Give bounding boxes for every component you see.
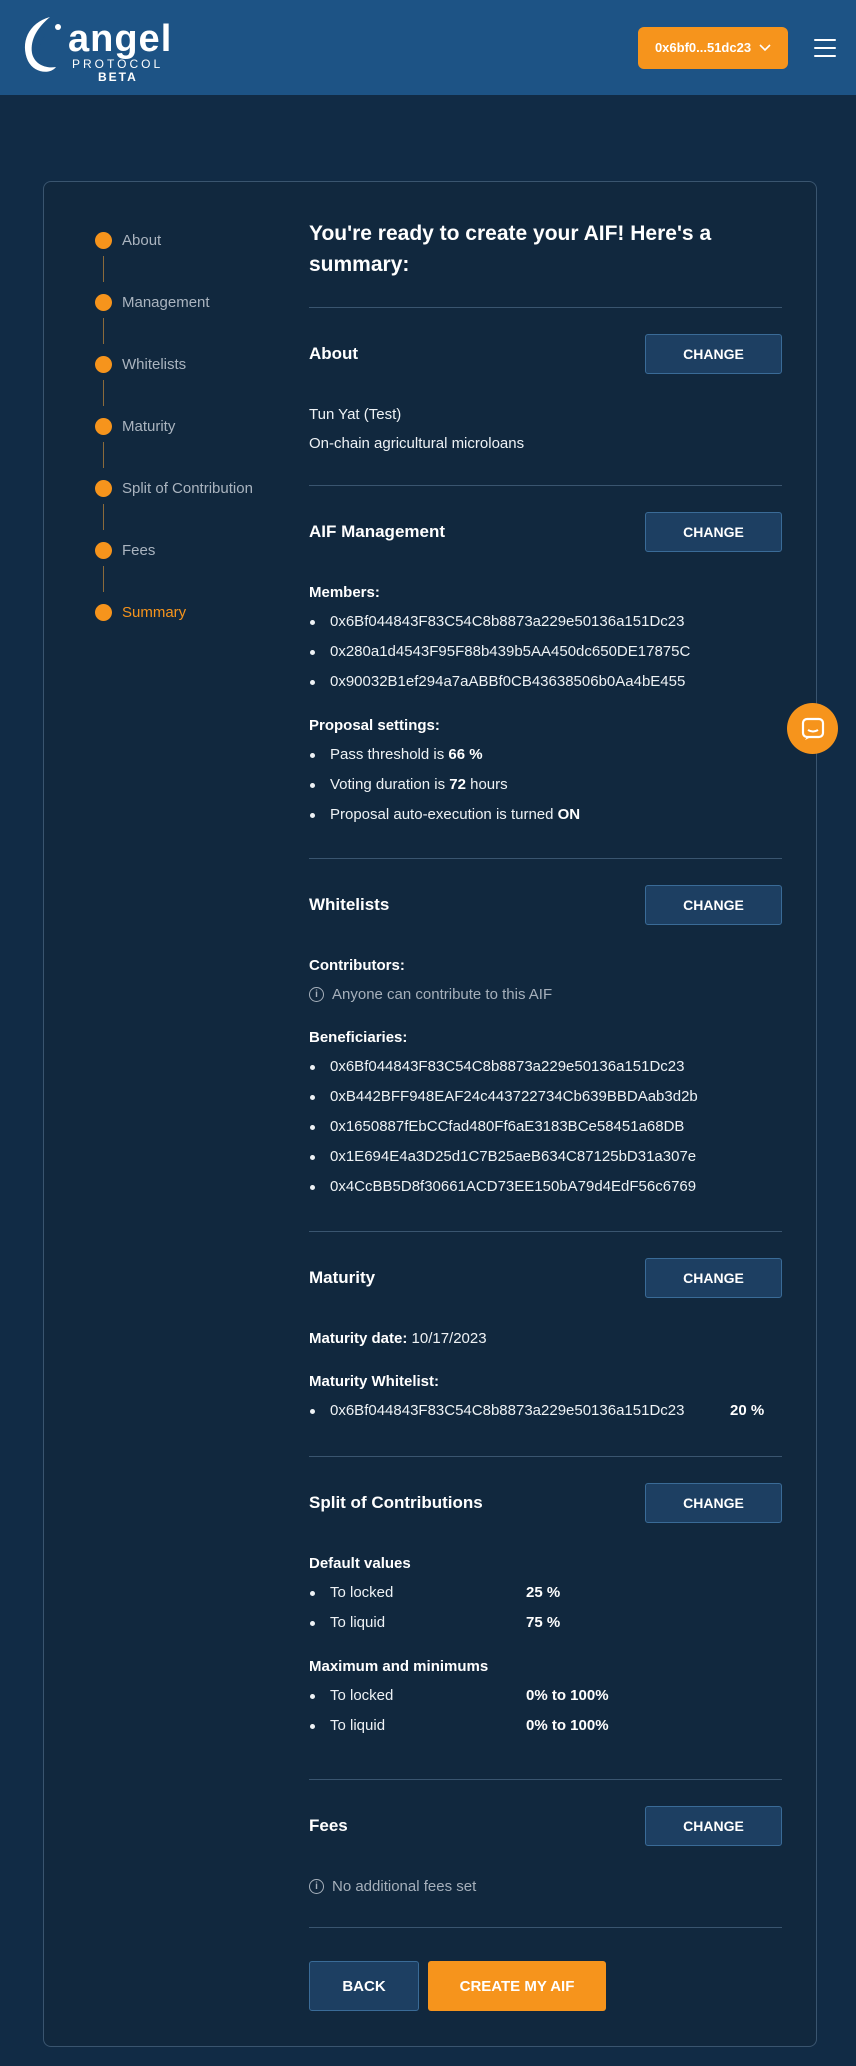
change-about-button[interactable]: CHANGE xyxy=(645,334,782,374)
angel-wing-logo-icon xyxy=(24,16,61,72)
section-title: AIF Management xyxy=(309,522,446,541)
change-fees-button[interactable]: CHANGE xyxy=(645,1806,782,1846)
top-header: angel PROTOCOL BETA 0x6bf0...51dc23 xyxy=(0,0,856,95)
logo-subtitle: PROTOCOL xyxy=(72,56,164,71)
step-label: Summary xyxy=(122,604,187,621)
step-label: Management xyxy=(122,294,210,311)
beneficiaries-label: Beneficiaries: xyxy=(309,1029,408,1046)
step-dot-icon xyxy=(95,480,112,497)
list-item: 0xB442BFF948EAF24c443722734Cb639BBDAab3d… xyxy=(309,1082,782,1112)
wallet-button[interactable]: 0x6bf0...51dc23 xyxy=(638,26,788,69)
step-label: Whitelists xyxy=(122,356,187,373)
section-title: Split of Contributions xyxy=(309,1493,483,1512)
page-title: You're ready to create your AIF! Here's … xyxy=(309,222,712,276)
step-connector xyxy=(103,380,104,406)
pass-threshold-value: 66 % xyxy=(448,746,483,763)
list-item: 0x1E694E4a3D25d1C7B25aeB634C87125bD31a30… xyxy=(309,1142,782,1172)
beneficiaries-list: 0x6Bf044843F83C54C8b8873a229e50136a151Dc… xyxy=(309,1052,782,1202)
list-item: 0x6Bf044843F83C54C8b8873a229e50136a151Dc… xyxy=(309,607,782,637)
create-aif-button[interactable]: CREATE MY AIF xyxy=(428,1961,606,2011)
max-min-list: To locked 0% to 100% To liquid 0% to 100% xyxy=(309,1681,782,1741)
footer-actions: BACK CREATE MY AIF xyxy=(309,1927,782,2011)
maturity-whitelist: 0x6Bf044843F83C54C8b8873a229e50136a151Dc… xyxy=(309,1396,782,1426)
step-dot-icon xyxy=(95,356,112,373)
step-label: Maturity xyxy=(122,418,176,435)
step-connector xyxy=(103,566,104,592)
default-values-list: To locked 25 % To liquid 75 % xyxy=(309,1578,782,1638)
step-label: Split of Contribution xyxy=(122,480,253,497)
proposal-settings-list: Pass threshold is 66 % Voting duration i… xyxy=(309,740,782,830)
chat-support-button[interactable] xyxy=(787,703,838,754)
list-item: Voting duration is 72 hours xyxy=(309,770,782,800)
aif-description: On-chain agricultural microloans xyxy=(309,435,525,452)
list-item: Pass threshold is 66 % xyxy=(309,740,782,770)
list-item: 0x90032B1ef294a7aABBf0CB43638506b0Aa4bE4… xyxy=(309,667,782,697)
step-dot-icon xyxy=(95,542,112,559)
list-item: To locked 0% to 100% xyxy=(309,1681,782,1711)
max-min-label: Maximum and minimums xyxy=(309,1658,489,1675)
logo-beta-badge: BETA xyxy=(98,69,138,84)
maturity-whitelist-label: Maturity Whitelist: xyxy=(309,1373,439,1390)
wallet-address: 0x6bf0...51dc23 xyxy=(654,40,752,55)
section-title: Fees xyxy=(309,1816,348,1835)
list-item: Proposal auto-execution is turned ON xyxy=(309,800,782,830)
split-section: Split of Contributions CHANGE Default va… xyxy=(309,1456,782,1779)
contributors-note: i Anyone can contribute to this AIF xyxy=(309,980,782,1009)
step-dot-icon xyxy=(95,232,112,249)
step-connector xyxy=(103,256,104,282)
chat-bubble-icon xyxy=(801,717,824,740)
section-title: About xyxy=(309,344,359,363)
proposal-settings-label: Proposal settings: xyxy=(309,717,440,734)
fees-note: i No additional fees set xyxy=(309,1872,782,1901)
members-list: 0x6Bf044843F83C54C8b8873a229e50136a151Dc… xyxy=(309,607,782,697)
members-label: Members: xyxy=(309,584,380,601)
list-item: To locked 25 % xyxy=(309,1578,782,1608)
change-whitelists-button[interactable]: CHANGE xyxy=(645,885,782,925)
step-connector xyxy=(103,318,104,344)
list-item: 0x4CcBB5D8f30661ACD73EE150bA79d4EdF56c67… xyxy=(309,1172,782,1202)
info-icon: i xyxy=(309,987,324,1002)
contributors-label: Contributors: xyxy=(309,957,405,974)
list-item: 0x6Bf044843F83C54C8b8873a229e50136a151Dc… xyxy=(309,1052,782,1082)
aif-summary-card: About Management Whitelists Maturity Spl… xyxy=(43,181,817,2047)
whitelists-section: Whitelists CHANGE Contributors: i Anyone… xyxy=(309,858,782,1231)
back-button[interactable]: BACK xyxy=(309,1961,419,2011)
voting-duration-value: 72 xyxy=(449,776,466,793)
maturity-date: Maturity date: 10/17/2023 xyxy=(309,1330,487,1347)
chevron-down-icon xyxy=(759,43,771,51)
step-connector xyxy=(103,442,104,468)
management-section: AIF Management CHANGE Members: 0x6Bf0448… xyxy=(309,485,782,858)
change-maturity-button[interactable]: CHANGE xyxy=(645,1258,782,1298)
change-split-button[interactable]: CHANGE xyxy=(645,1483,782,1523)
maturity-share: 20 % xyxy=(730,1402,765,1419)
section-title: Whitelists xyxy=(309,895,390,914)
step-dot-icon xyxy=(95,604,112,621)
default-values-label: Default values xyxy=(309,1555,411,1572)
step-connector xyxy=(103,504,104,530)
maturity-section: Maturity CHANGE Maturity date: 10/17/202… xyxy=(309,1231,782,1456)
aif-name: Tun Yat (Test) xyxy=(309,406,402,423)
list-item: To liquid 75 % xyxy=(309,1608,782,1638)
change-management-button[interactable]: CHANGE xyxy=(645,512,782,552)
list-item: 0x1650887fEbCCfad480Ff6aE3183BCe58451a68… xyxy=(309,1112,782,1142)
summary-content: You're ready to create your AIF! Here's … xyxy=(309,218,782,2011)
step-label: Fees xyxy=(122,542,156,559)
logo-wordmark: angel xyxy=(68,17,173,60)
auto-execution-value: ON xyxy=(557,806,581,823)
step-dot-icon xyxy=(95,418,112,435)
info-icon: i xyxy=(309,1879,324,1894)
angel-protocol-logo[interactable]: angel PROTOCOL BETA xyxy=(20,13,172,83)
step-label: About xyxy=(122,232,162,249)
list-item: 0x280a1d4543F95F88b439b5AA450dc650DE1787… xyxy=(309,637,782,667)
list-item: 0x6Bf044843F83C54C8b8873a229e50136a151Dc… xyxy=(309,1396,782,1426)
hamburger-menu-icon[interactable] xyxy=(814,38,836,57)
list-item: To liquid 0% to 100% xyxy=(309,1711,782,1741)
about-section: About CHANGE Tun Yat (Test) On-chain agr… xyxy=(309,307,782,485)
fees-section: Fees CHANGE i No additional fees set xyxy=(309,1779,782,1927)
section-title: Maturity xyxy=(309,1268,376,1287)
step-dot-icon xyxy=(95,294,112,311)
